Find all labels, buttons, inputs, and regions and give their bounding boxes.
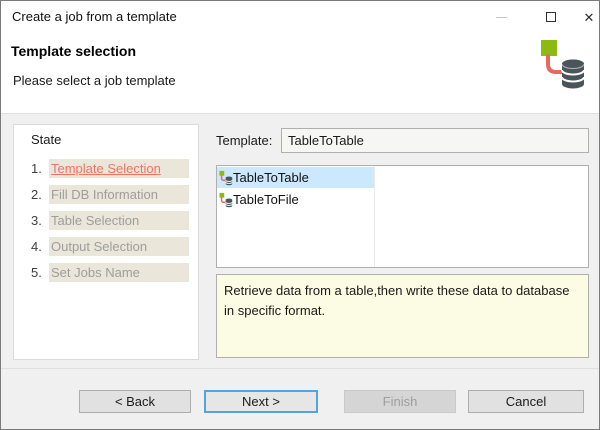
step-fill-db-information: 2. Fill DB Information bbox=[31, 181, 189, 207]
maximize-button[interactable] bbox=[535, 7, 567, 27]
list-item-tabletofile[interactable]: TableToFile bbox=[217, 189, 374, 210]
list-item-tabletotable[interactable]: TableToTable bbox=[217, 167, 374, 188]
page-subtitle: Please select a job template bbox=[13, 73, 176, 88]
step-template-selection: 1. Template Selection bbox=[31, 155, 189, 181]
step-label: Set Jobs Name bbox=[51, 265, 140, 280]
step-set-jobs-name: 5. Set Jobs Name bbox=[31, 259, 189, 285]
back-button[interactable]: < Back bbox=[79, 390, 191, 413]
titlebar: Create a job from a template ✕ bbox=[1, 1, 599, 33]
page-title: Template selection bbox=[11, 43, 136, 59]
finish-button: Finish bbox=[344, 390, 456, 413]
step-number: 1. bbox=[31, 161, 49, 176]
wizard-dialog: Create a job from a template ✕ Template … bbox=[0, 0, 600, 430]
template-name-field[interactable]: TableToTable bbox=[281, 128, 589, 153]
template-mini-icon bbox=[219, 192, 233, 208]
minimize-button[interactable] bbox=[485, 7, 517, 27]
cancel-button[interactable]: Cancel bbox=[468, 390, 584, 413]
wizard-header: Template selection Please select a job t… bbox=[1, 33, 599, 113]
wizard-content: State 1. Template Selection 2. Fill DB I… bbox=[1, 113, 599, 370]
step-list: 1. Template Selection 2. Fill DB Informa… bbox=[31, 155, 189, 285]
template-list[interactable]: TableToTable TableToFile bbox=[216, 165, 589, 268]
step-number: 3. bbox=[31, 213, 49, 228]
table-to-database-icon bbox=[540, 37, 586, 91]
list-item-label: TableToFile bbox=[233, 192, 299, 207]
maximize-icon bbox=[546, 12, 556, 22]
step-output-selection: 4. Output Selection bbox=[31, 233, 189, 259]
step-table-selection: 3. Table Selection bbox=[31, 207, 189, 233]
state-panel: State 1. Template Selection 2. Fill DB I… bbox=[13, 124, 199, 360]
list-item-label: TableToTable bbox=[233, 170, 309, 185]
step-number: 4. bbox=[31, 239, 49, 254]
window-title: Create a job from a template bbox=[12, 9, 177, 24]
list-column-divider bbox=[374, 166, 375, 267]
template-mini-icon bbox=[219, 170, 233, 186]
step-number: 5. bbox=[31, 265, 49, 280]
template-description: Retrieve data from a table,then write th… bbox=[216, 274, 589, 358]
step-label: Table Selection bbox=[51, 213, 139, 228]
step-label: Template Selection bbox=[51, 161, 161, 176]
minimize-icon bbox=[496, 17, 507, 18]
step-label: Fill DB Information bbox=[51, 187, 158, 202]
wizard-footer: < Back Next > Finish Cancel bbox=[1, 368, 599, 429]
close-button[interactable]: ✕ bbox=[573, 7, 600, 27]
step-number: 2. bbox=[31, 187, 49, 202]
next-button[interactable]: Next > bbox=[204, 390, 318, 413]
template-field-label: Template: bbox=[216, 133, 272, 148]
step-label: Output Selection bbox=[51, 239, 147, 254]
close-icon: ✕ bbox=[584, 11, 595, 24]
state-panel-title: State bbox=[31, 132, 61, 147]
